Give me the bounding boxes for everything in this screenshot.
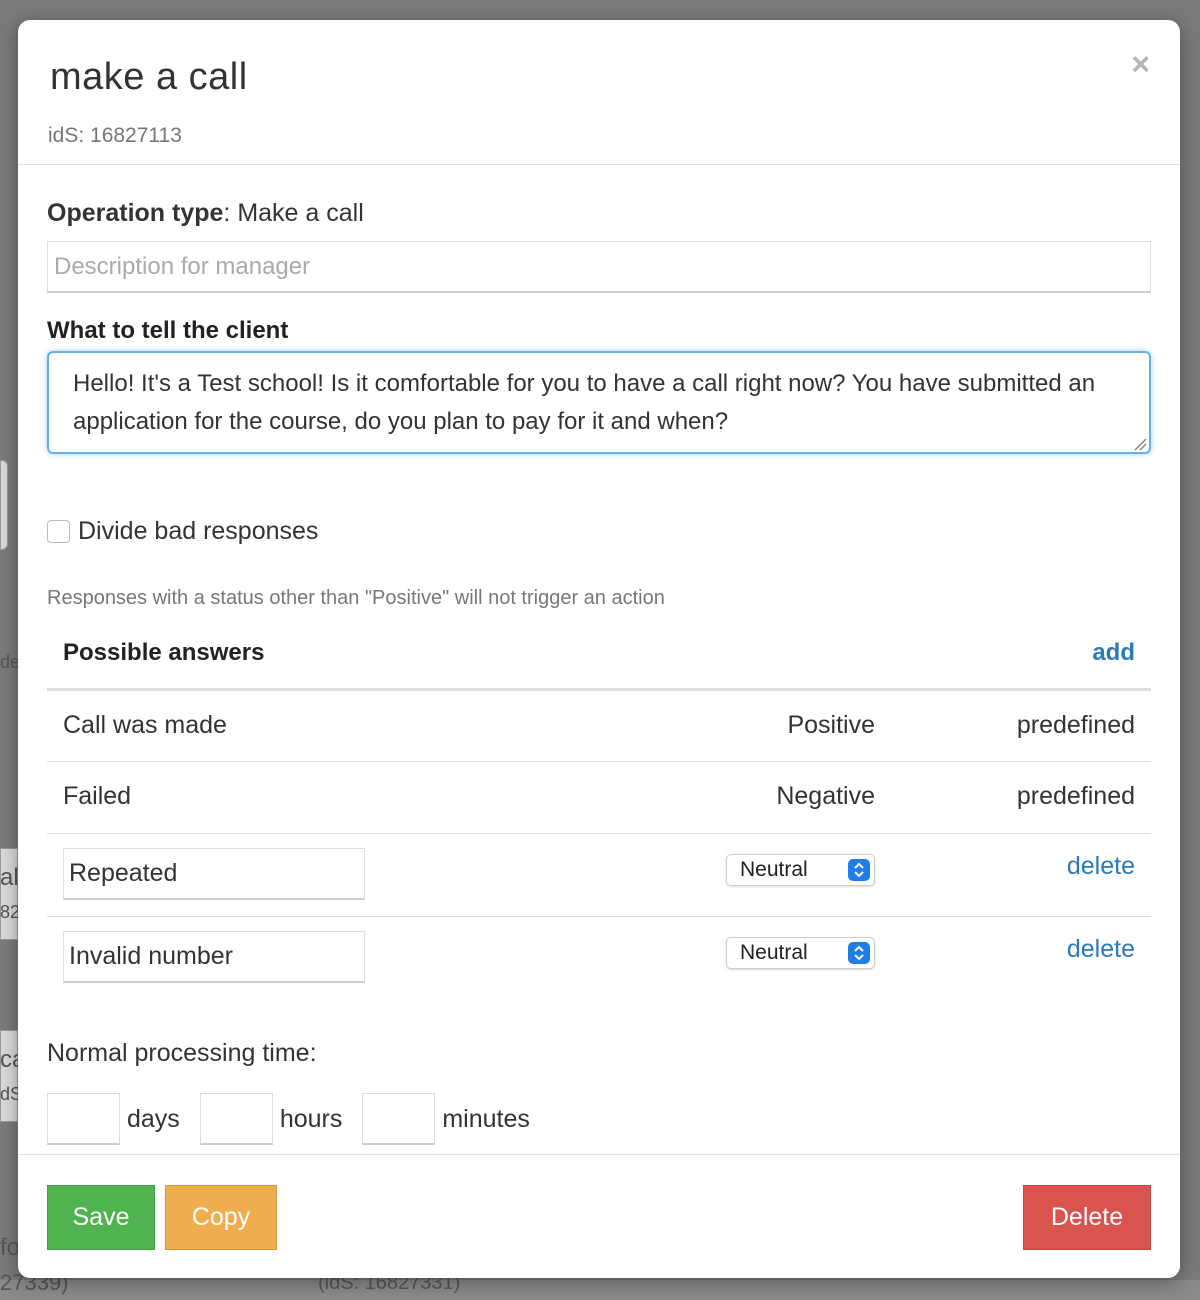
modal-title: make a call [50, 56, 248, 98]
chevron-updown-icon [848, 942, 870, 964]
answer-row: Neutral delete [47, 834, 1151, 917]
chevron-updown-icon [848, 859, 870, 881]
processing-time-label: Normal processing time: [47, 1039, 317, 1067]
background-text: fo [0, 1234, 21, 1261]
answer-kind: predefined [1016, 711, 1135, 739]
save-button[interactable]: Save [47, 1185, 155, 1250]
make-call-modal: make a call idS: 16827113 × Operation ty… [18, 20, 1180, 1278]
possible-answers-title: Possible answers [63, 639, 265, 666]
operation-type: Operation type: Make a call [47, 199, 364, 228]
minutes-input[interactable] [362, 1093, 436, 1145]
close-icon: × [1131, 46, 1150, 82]
answer-name-input[interactable] [63, 931, 365, 983]
operation-type-value: : Make a call [223, 199, 364, 227]
answer-status-value: Neutral [740, 941, 808, 964]
answer-name: Call was made [63, 711, 227, 739]
background-text: al [0, 864, 19, 891]
delete-button[interactable]: Delete [1023, 1185, 1151, 1250]
divide-responses-toggle[interactable]: Divide bad responses [47, 517, 318, 546]
copy-button[interactable]: Copy [165, 1185, 277, 1250]
background-card [0, 848, 18, 940]
minutes-unit-label: minutes [442, 1104, 530, 1133]
background-strip [0, 1280, 1200, 1300]
description-input[interactable] [47, 241, 1151, 293]
add-answer-link[interactable]: add [1092, 639, 1135, 667]
hours-unit-label: hours [279, 1104, 343, 1133]
answer-kind: predefined [1016, 782, 1135, 810]
possible-answers-header: Possible answers add [47, 619, 1151, 691]
modal-subtitle: idS: 16827113 [48, 124, 182, 147]
hours-input[interactable] [199, 1093, 273, 1145]
processing-time-row: days hours minutes [47, 1093, 550, 1145]
background-card [0, 1030, 18, 1122]
answer-status: Negative [776, 782, 875, 810]
background-card [0, 460, 8, 550]
tell-client-textarea[interactable]: Hello! It's a Test school! Is it comfort… [47, 351, 1151, 454]
answer-row: Neutral delete [47, 917, 1151, 1000]
divide-responses-label: Divide bad responses [78, 517, 319, 545]
delete-answer-link[interactable]: delete [1067, 852, 1135, 881]
answer-status-select[interactable]: Neutral [726, 937, 875, 969]
responses-hint: Responses with a status other than "Posi… [47, 587, 665, 609]
operation-type-label: Operation type [47, 199, 224, 227]
modal-header: make a call idS: 16827113 × [18, 20, 1180, 165]
answer-status: Positive [787, 711, 875, 739]
answer-status-select[interactable]: Neutral [726, 854, 875, 886]
modal-footer: Save Copy Delete [18, 1154, 1180, 1278]
answer-name-input[interactable] [63, 848, 365, 900]
tell-client-label: What to tell the client [47, 317, 289, 344]
days-unit-label: days [127, 1104, 180, 1133]
answer-row: Failed Negative predefined [47, 762, 1151, 834]
answer-name: Failed [63, 782, 132, 810]
divide-responses-checkbox[interactable] [47, 520, 70, 543]
answer-status-value: Neutral [740, 858, 808, 881]
delete-answer-link[interactable]: delete [1067, 935, 1135, 964]
answer-row: Call was made Positive predefined [47, 691, 1151, 762]
close-button[interactable]: × [1131, 48, 1150, 80]
days-input[interactable] [47, 1093, 120, 1145]
